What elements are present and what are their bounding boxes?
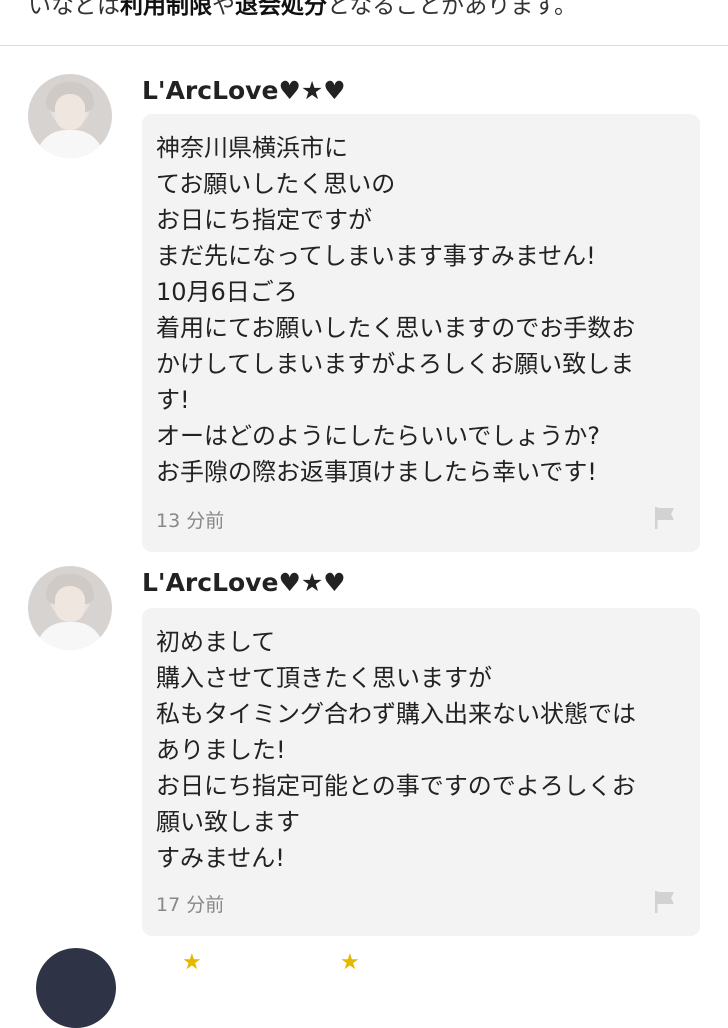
message-line: すみません!	[156, 844, 285, 872]
comment-message: 神奈川県横浜市に てお願いしたく思いの お日にち指定ですが まだ先になってしまい…	[156, 130, 692, 490]
message-line: ありました!	[156, 736, 286, 764]
comment-timestamp: 17 分前	[156, 894, 225, 916]
comment-username[interactable]: L'ArcLove♥★♥	[142, 76, 346, 105]
message-line: オーはどのようにしたらいいでしょうか?	[156, 422, 601, 450]
message-line: お手隙の際お返事頂けましたら幸いです!	[156, 458, 597, 486]
notice-prefix: いなどは	[28, 0, 120, 19]
message-line: 私もタイミング合わず購入出来ない状態では	[156, 700, 636, 728]
notice-term-restriction: 利用制限	[120, 0, 212, 19]
comment-message: 初めまして 購入させて頂きたく思いますが 私もタイミング合わず購入出来ない状態で…	[156, 624, 692, 876]
message-line: 神奈川県横浜市に	[156, 134, 348, 162]
message-line: 初めまして	[156, 628, 276, 656]
message-line: てお願いしたく思いの	[156, 170, 396, 198]
comment-timestamp: 13 分前	[156, 510, 225, 532]
divider	[0, 45, 728, 46]
message-line: まだ先になってしまいます事すみません!	[156, 242, 596, 270]
message-line: お日にち指定ですが	[156, 206, 372, 234]
message-line: 着用にてお願いしたく思いますのでお手数お	[156, 314, 636, 342]
comment-username[interactable]: L'ArcLove♥★♥	[142, 568, 346, 597]
notice-suffix: となることがあります。	[327, 0, 578, 19]
notice-term-withdrawal: 退会処分	[235, 0, 327, 19]
star-icon: ★	[340, 950, 360, 975]
flag-icon[interactable]	[654, 506, 676, 530]
avatar[interactable]	[28, 74, 112, 158]
rules-notice: いなどは利用制限や退会処分となることがあります。	[28, 0, 718, 20]
message-line: 願い致します	[156, 808, 300, 836]
notice-mid: や	[212, 0, 235, 19]
message-line: お日にち指定可能との事ですのでよろしくお	[156, 772, 636, 800]
comment-bubble: 神奈川県横浜市に てお願いしたく思いの お日にち指定ですが まだ先になってしまい…	[142, 114, 700, 552]
message-line: 購入させて頂きたく思いますが	[156, 664, 492, 692]
avatar[interactable]	[36, 948, 116, 1028]
message-line: す!	[156, 386, 190, 414]
avatar[interactable]	[28, 566, 112, 650]
message-line: 10月6日ごろ	[156, 278, 298, 306]
flag-icon[interactable]	[654, 890, 676, 914]
comment-bubble: 初めまして 購入させて頂きたく思いますが 私もタイミング合わず購入出来ない状態で…	[142, 608, 700, 936]
message-line: かけしてしまいますがよろしくお願い致しま	[156, 350, 635, 378]
star-icon: ★	[182, 950, 202, 975]
